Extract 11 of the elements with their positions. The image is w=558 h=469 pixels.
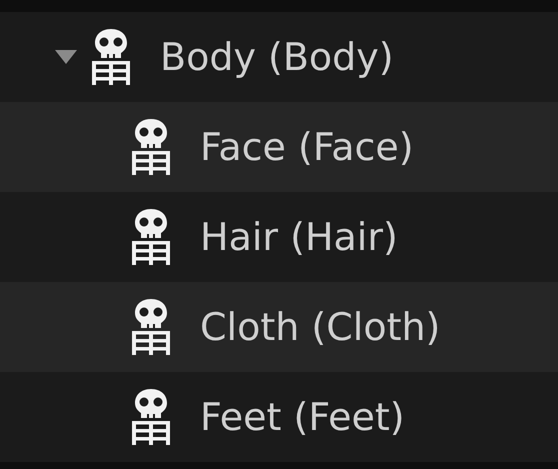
bone-label: Face (Face) — [200, 125, 414, 169]
bone-label: Cloth (Cloth) — [200, 305, 440, 349]
tree-row[interactable]: Cloth (Cloth) — [0, 282, 558, 372]
tree-row[interactable]: Feet (Feet) — [0, 372, 558, 462]
bone-label: Body (Body) — [160, 35, 394, 79]
expand-arrow-icon[interactable] — [55, 50, 77, 64]
tree-row[interactable]: Face (Face) — [0, 102, 558, 192]
bone-label: Hair (Hair) — [200, 215, 398, 259]
tree-row[interactable]: Body (Body) — [0, 12, 558, 102]
tree-row[interactable]: Hair (Hair) — [0, 192, 558, 282]
bone-label: Feet (Feet) — [200, 395, 405, 439]
